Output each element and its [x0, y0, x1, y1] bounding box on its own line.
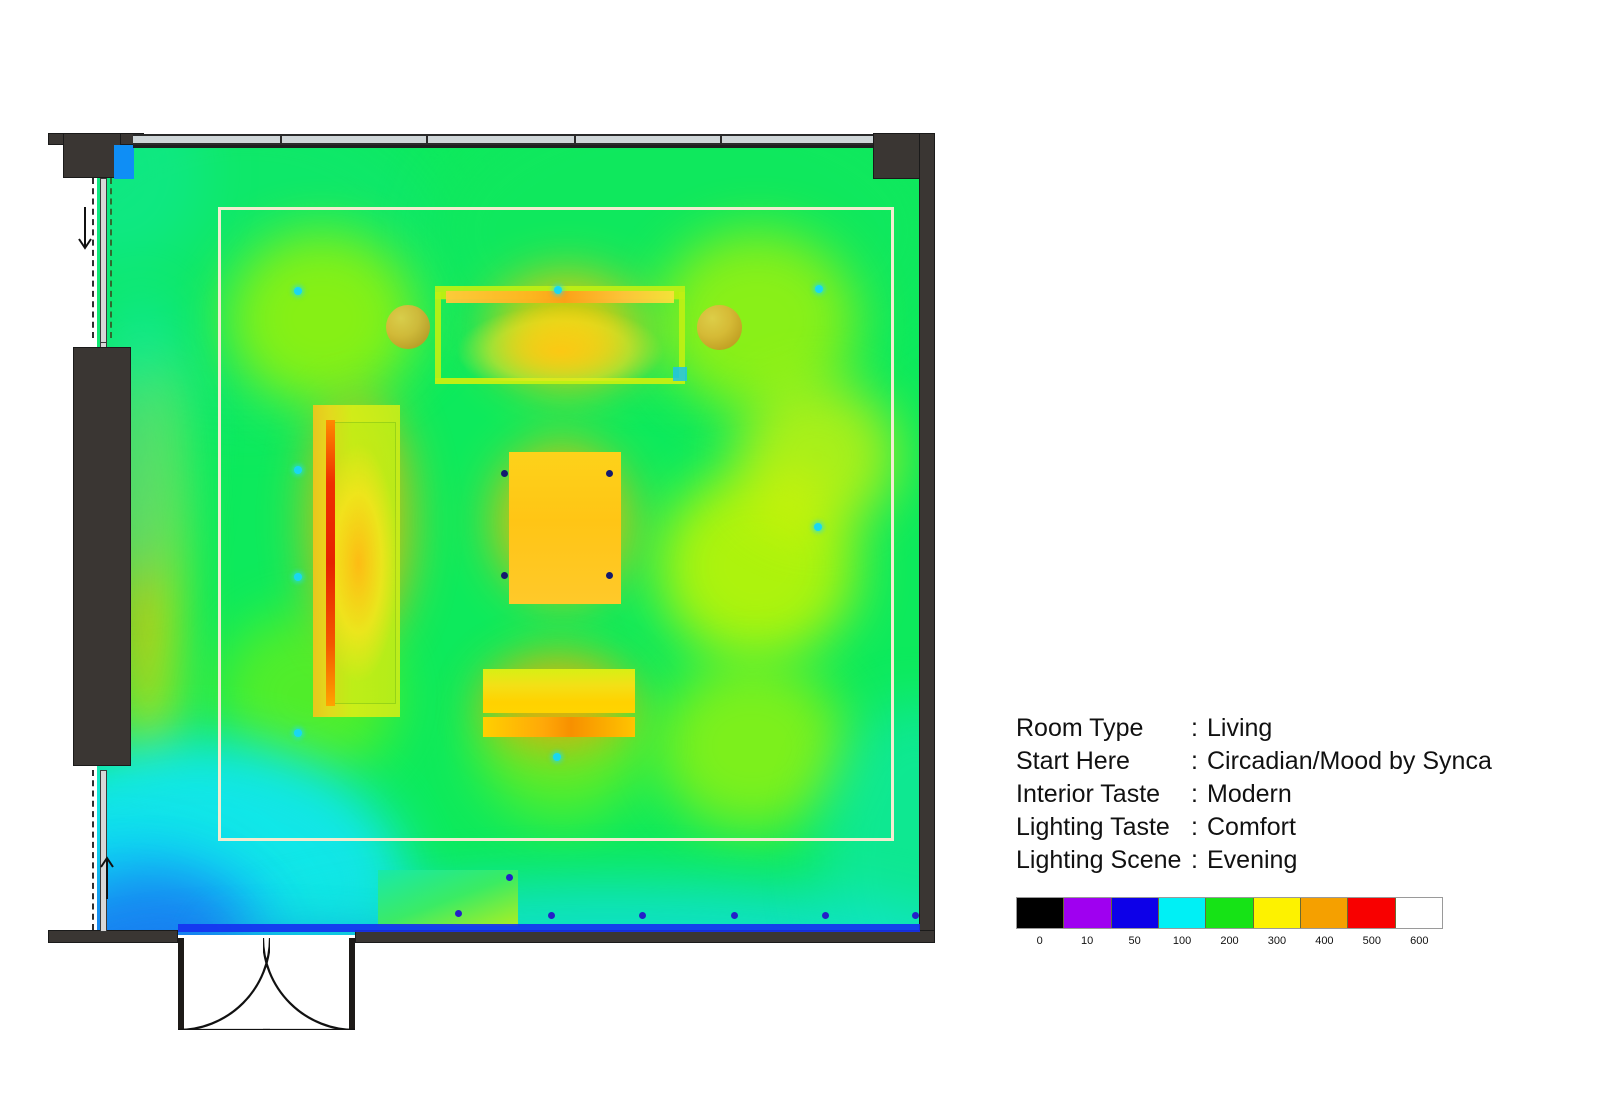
wall-wash-point [822, 912, 829, 919]
parameter-value: Comfort [1207, 813, 1296, 841]
parameter-key: Lighting Scene [1016, 846, 1182, 874]
legend-swatch-white [1395, 898, 1442, 928]
legend-tick: 100 [1172, 935, 1192, 947]
parameter-key: Lighting Taste [1016, 813, 1170, 841]
door-swing-right [263, 938, 355, 1030]
parameter-row: Lighting Taste : Comfort [1016, 811, 1536, 844]
wall-wash-point [506, 874, 513, 881]
floor-plan-canvas [0, 0, 1000, 1100]
window-reveal-guide-lower [92, 770, 94, 930]
parameter-key: Room Type [1016, 714, 1144, 742]
parameter-row: Interior Taste : Modern [1016, 778, 1536, 811]
wall-right [919, 133, 935, 943]
door-swing-left [178, 938, 270, 1030]
parameter-value: Modern [1207, 780, 1292, 808]
corner-light-strip [114, 145, 134, 179]
legend-tick: 500 [1362, 935, 1382, 947]
door-direction-arrow-lower [100, 856, 114, 899]
task-light-point [606, 470, 613, 477]
task-light-point [606, 572, 613, 579]
legend-tick: 200 [1220, 935, 1239, 947]
legend-tick: 10 [1081, 935, 1094, 947]
downlight-point [294, 466, 302, 474]
window-mullion [426, 134, 428, 145]
window-mullion [574, 134, 576, 145]
legend-swatch-green [1206, 898, 1254, 928]
parameter-value: Evening [1207, 846, 1298, 874]
parameter-colon: : [1191, 714, 1198, 742]
legend-tick: 50 [1128, 935, 1141, 947]
parameter-colon: : [1191, 780, 1198, 808]
downlight-point [815, 285, 823, 293]
legend-swatch-orange [1300, 898, 1349, 928]
parameter-key: Start Here [1016, 747, 1130, 775]
parameter-colon: : [1191, 813, 1198, 841]
legend-swatch-purple [1064, 898, 1112, 928]
legend-tick: 300 [1267, 935, 1287, 947]
parameter-row: Room Type : Living [1016, 712, 1536, 745]
carpet-outline [218, 207, 894, 841]
legend-swatch-black [1017, 898, 1065, 928]
door-direction-arrow-upper [78, 207, 92, 250]
legend-tick: 0 [1036, 935, 1043, 947]
sliding-door-track-upper [100, 178, 107, 346]
legend-swatch-strip [1016, 897, 1443, 929]
downlight-point [553, 753, 561, 761]
downlight-point [294, 729, 302, 737]
wall-bottom-left [48, 930, 178, 943]
legend-tick: 600 [1410, 935, 1429, 947]
legend-tick: 400 [1315, 935, 1334, 947]
illuminance-colour-legend: 0 10 50 100 200 300 400 500 600 [1016, 897, 1443, 953]
wall-wash-point [731, 912, 738, 919]
legend-tick-labels: 0 10 50 100 200 300 400 500 600 [1016, 935, 1443, 953]
downlight-point [554, 286, 562, 294]
parameter-row: Start Here : Circadian/Mood by Synca [1016, 745, 1536, 778]
furniture-low-cabinet [378, 870, 518, 926]
window-mullion [280, 134, 282, 145]
legend-swatch-red [1348, 898, 1396, 928]
parameter-value: Circadian/Mood by Synca [1207, 747, 1492, 775]
legend-swatch-yellow [1253, 898, 1301, 928]
parameter-colon: : [1191, 747, 1198, 775]
parameter-key: Interior Taste [1016, 780, 1161, 808]
task-light-point [501, 470, 508, 477]
window-reveal-guide-upper [92, 178, 94, 338]
wall-wash-point [639, 912, 646, 919]
downlight-point [814, 523, 822, 531]
sliding-door-track-bottom [100, 770, 107, 932]
door-reveal-guide [110, 178, 112, 338]
window-sill-shadow [133, 145, 875, 148]
parameter-row: Lighting Scene : Evening [1016, 844, 1536, 877]
wall-left-thick-element [73, 347, 131, 766]
wall-wash-point [912, 912, 919, 919]
downlight-point [294, 573, 302, 581]
room-parameters-panel: Room Type : Living Start Here : Circadia… [1016, 712, 1536, 877]
parameter-value: Living [1207, 714, 1273, 742]
task-light-point [501, 572, 508, 579]
window-top [133, 134, 875, 145]
window-mullion [720, 134, 722, 145]
wall-wash-point [455, 910, 462, 917]
wall-column-top-left [63, 133, 121, 178]
wall-wash-point [548, 912, 555, 919]
legend-swatch-cyan [1158, 898, 1207, 928]
parameter-colon: : [1191, 846, 1198, 874]
legend-swatch-blue [1111, 898, 1159, 928]
threshold-light-strip [178, 924, 920, 932]
downlight-point [294, 287, 302, 295]
